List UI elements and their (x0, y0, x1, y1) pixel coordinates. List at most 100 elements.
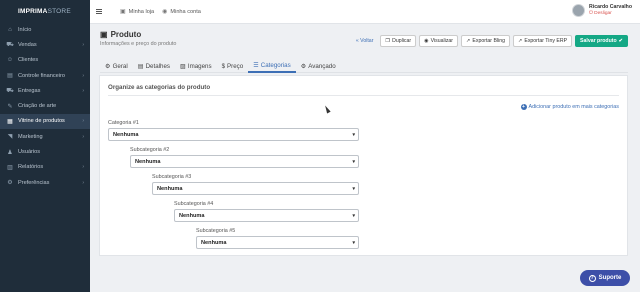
back-button[interactable]: « Voltar (352, 35, 378, 47)
caret-down-icon: ▾ (352, 159, 355, 165)
sidebar-item-relat-rios[interactable]: ▥ Relatórios › (0, 160, 90, 175)
category-level-select[interactable]: Nenhuma ▾ (174, 209, 359, 222)
add-category-label: Adicionar produto em mais categorias (528, 104, 620, 110)
duplicate-button[interactable]: ❐ Duplicar (380, 35, 417, 47)
page-header: ▣ Produto Informações e preço do produto (100, 30, 176, 47)
plus-icon: + (520, 104, 527, 110)
share-icon: ↗ (466, 38, 471, 44)
category-level-select[interactable]: Nenhuma ▾ (152, 182, 359, 195)
hamburger-menu-icon[interactable] (96, 8, 102, 15)
user-icon: ♟ (7, 149, 13, 156)
avatar[interactable] (572, 4, 586, 17)
megaphone-icon: ◥ (7, 134, 13, 141)
brand-bold: IMPRIMA (18, 7, 48, 15)
sidebar-item-in-cio[interactable]: ⌂ Início (0, 22, 90, 37)
tab-geral[interactable]: ⚙ Geral (100, 59, 133, 73)
divider (108, 95, 619, 96)
sidebar-item-label: Início (18, 26, 32, 33)
category-level-label: Subcategoria #3 (152, 174, 192, 180)
select-value: Nenhuma (113, 131, 139, 138)
question-icon: ? (588, 274, 596, 282)
export-bling-button[interactable]: ↗ Exportar Bling (461, 35, 510, 47)
sidebar-item-marketing[interactable]: ◥ Marketing › (0, 129, 90, 144)
save-label: Salvar produto (580, 38, 617, 44)
sidebar: IMPRIMA STORE ⌂ Início ⛟ Vendas › ☺ Clientes ▤ Co… (0, 0, 90, 292)
image-icon: ▨ (179, 62, 186, 70)
sidebar-item-label: Marketing (18, 133, 43, 140)
tab-imagens[interactable]: ▨ Imagens (175, 59, 217, 73)
tab-label: Imagens (187, 62, 212, 70)
sidebar-item-entregas[interactable]: ⛟ Entregas › (0, 83, 90, 98)
user-name: Ricardo Carvalho (589, 4, 632, 10)
user-menu[interactable]: Ricardo Carvalho ⏻ Desligar (572, 4, 632, 17)
tab-label: Preço (227, 62, 244, 70)
tab-categorias[interactable]: ☰ Categorias (248, 59, 296, 73)
category-level-select[interactable]: Nenhuma ▾ (196, 236, 359, 249)
support-button[interactable]: ? Suporte (580, 270, 630, 286)
sidebar-item-label: Relatórios (18, 164, 44, 171)
export-tiny-label: Exportar Tiny ERP (524, 38, 568, 44)
tab-detalhes[interactable]: ▤ Detalhes (133, 59, 175, 73)
sidebar-item-prefer-ncias[interactable]: ⚙ Preferências › (0, 175, 90, 190)
sidebar-item-label: Vendas (18, 41, 37, 48)
brand-logo[interactable]: IMPRIMA STORE (0, 0, 90, 22)
check-icon: ✔ (618, 38, 623, 44)
sidebar-item-cria-o-de-arte[interactable]: ✎ Criação de arte (0, 98, 90, 113)
logout-link[interactable]: ⏻ Desligar (589, 11, 632, 17)
sidebar-item-label: Preferências (18, 179, 50, 186)
my-store-link[interactable]: ▣ Minha loja (120, 8, 154, 16)
tab-label: Geral (112, 62, 128, 70)
page-title: ▣ Produto (100, 30, 176, 39)
categories-heading: Organize as categorias do produto (108, 84, 211, 91)
category-level-label: Subcategoria #4 (174, 201, 214, 207)
sidebar-item-vendas[interactable]: ⛟ Vendas › (0, 37, 90, 52)
caret-down-icon: ▾ (352, 186, 355, 192)
select-value: Nenhuma (157, 185, 183, 192)
document-icon: ▤ (137, 62, 144, 70)
chevron-right-icon: › (82, 179, 84, 186)
list-icon: ☰ (253, 61, 259, 69)
cogs-icon: ⚙ (300, 62, 307, 70)
export-tiny-button[interactable]: ↗ Exportar Tiny ERP (513, 35, 573, 47)
category-level-select[interactable]: Nenhuma ▾ (108, 128, 359, 141)
category-level-select[interactable]: Nenhuma ▾ (130, 155, 359, 168)
sidebar-item-vitrine-de-produtos[interactable]: ▦ Vitrine de produtos › (0, 113, 90, 130)
sidebar-item-usu-rios[interactable]: ♟ Usuários (0, 144, 90, 159)
tab-pre-o[interactable]: $ Preço (217, 59, 249, 73)
sidebar-item-clientes[interactable]: ☺ Clientes (0, 53, 90, 68)
save-button[interactable]: Salvar produto ✔ (575, 35, 628, 47)
select-value: Nenhuma (135, 158, 161, 165)
truck-icon: ⛟ (6, 87, 14, 94)
export-bling-label: Exportar Bling (472, 38, 505, 44)
cart-icon: ⛟ (6, 41, 14, 48)
view-button[interactable]: ◉ Visualizar (419, 35, 459, 47)
eye-icon: ◉ (424, 38, 429, 44)
duplicate-label: Duplicar (392, 38, 412, 44)
dollar-icon: $ (221, 62, 226, 70)
store-icon: ▣ (120, 9, 126, 15)
brand-light: STORE (47, 7, 71, 15)
grid-icon: ▦ (7, 118, 13, 125)
sidebar-item-label: Entregas (18, 87, 41, 94)
chevron-right-icon: › (82, 118, 84, 125)
caret-down-icon: ▾ (352, 240, 355, 246)
wallet-icon: ▤ (7, 73, 13, 80)
category-level-label: Subcategoria #2 (130, 147, 170, 153)
tab-label: Detalhes (145, 62, 170, 70)
topbar: ▣ Minha loja ◉ Minha conta Ricardo Carva… (90, 0, 640, 24)
users-icon: ☺ (6, 57, 14, 64)
page-subtitle: Informações e preço do produto (100, 41, 177, 47)
sidebar-item-controle-financeiro[interactable]: ▤ Controle financeiro › (0, 68, 90, 83)
copy-icon: ❐ (385, 38, 391, 44)
share-icon: ↗ (518, 38, 523, 44)
tab-label: Categorias (260, 61, 291, 69)
chevron-right-icon: › (82, 41, 84, 48)
box-icon: ▣ (100, 30, 108, 39)
tab-avan-ado[interactable]: ⚙ Avançado (296, 59, 341, 73)
add-category-link[interactable]: + Adicionar produto em mais categorias (520, 104, 620, 110)
select-value: Nenhuma (179, 212, 205, 219)
my-account-link[interactable]: ◉ Minha conta (162, 8, 201, 16)
sidebar-item-label: Vitrine de produtos (18, 118, 65, 125)
chevron-right-icon: › (82, 87, 84, 94)
support-label: Suporte (598, 275, 622, 281)
